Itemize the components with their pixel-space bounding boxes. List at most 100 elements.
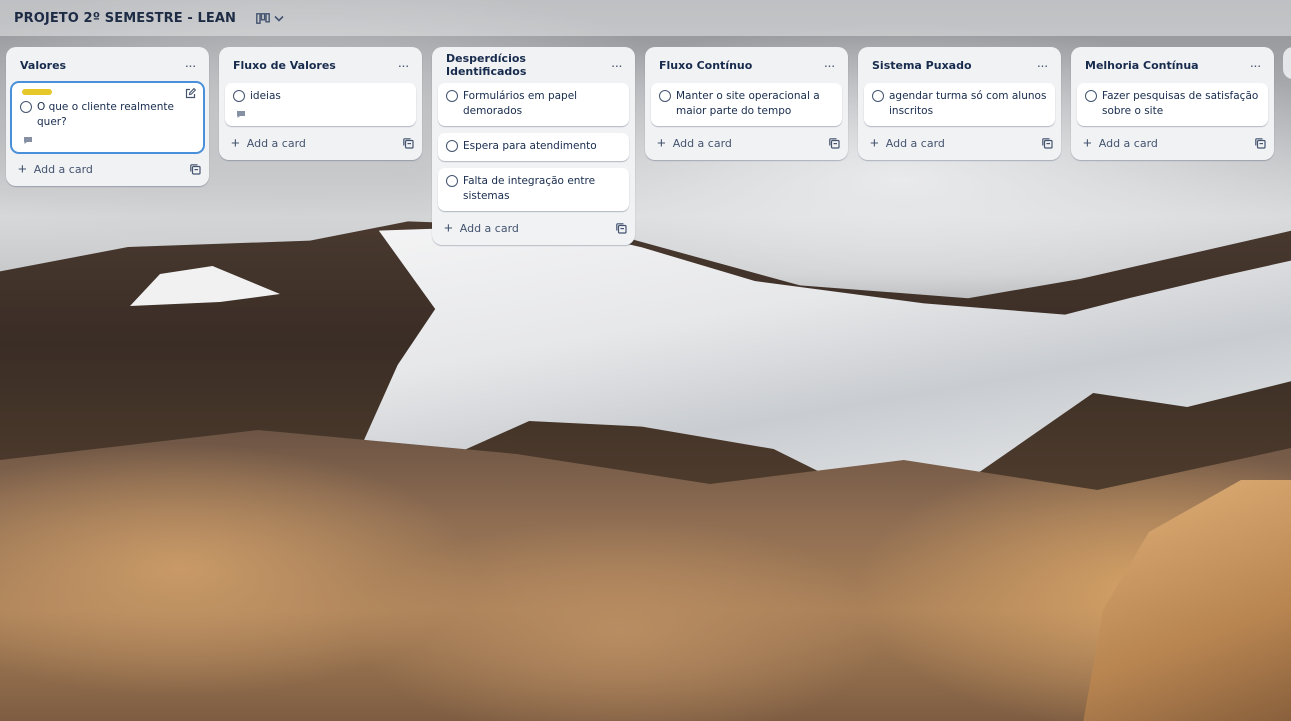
board-title[interactable]: PROJETO 2º SEMESTRE - LEAN (14, 11, 236, 26)
list-footer: + Add a card (645, 126, 848, 160)
add-card-label: Add a card (246, 136, 306, 150)
card[interactable]: Fazer pesquisas de satisfação sobre o si… (1077, 83, 1268, 126)
list-menu-button[interactable]: ··· (818, 54, 840, 76)
list-menu-button[interactable]: ··· (392, 54, 414, 76)
add-card-label: Add a card (885, 136, 945, 150)
view-switcher-button[interactable] (250, 11, 290, 26)
list-menu-button[interactable]: ··· (179, 54, 201, 76)
list-footer: + Add a card (432, 211, 635, 245)
complete-checkbox-icon[interactable] (659, 90, 671, 102)
description-icon (24, 137, 32, 144)
add-card-label: Add a card (459, 221, 519, 235)
card-content: Falta de integração entre sistemas (446, 174, 621, 204)
add-card-label: Add a card (1098, 136, 1158, 150)
list-header: Valores ··· (6, 47, 209, 83)
chevron-down-icon (274, 15, 284, 22)
complete-checkbox-icon[interactable] (446, 90, 458, 102)
description-icon (237, 111, 245, 118)
card-container: agendar turma só com alunos inscritos (858, 83, 1061, 126)
board-view-icon (256, 12, 270, 24)
create-from-template-icon[interactable] (829, 137, 840, 149)
card-content: agendar turma só com alunos inscritos (872, 89, 1047, 119)
card-container: Formulários em papel demorados Espera pa… (432, 83, 635, 211)
card[interactable]: Manter o site operacional a maior parte … (651, 83, 842, 126)
plus-icon: + (870, 134, 879, 152)
list-sistema-puxado: Sistema Puxado ··· agendar turma só com … (858, 47, 1061, 160)
list-title[interactable]: Desperdícios Identificados (446, 52, 606, 78)
card-container: Fazer pesquisas de satisfação sobre o si… (1071, 83, 1274, 126)
complete-checkbox-icon[interactable] (872, 90, 884, 102)
complete-checkbox-icon[interactable] (20, 101, 32, 113)
complete-checkbox-icon[interactable] (446, 175, 458, 187)
add-card-button[interactable]: + Add a card (18, 162, 93, 177)
list-fluxo-de-valores: Fluxo de Valores ··· ideias + Add a card (219, 47, 422, 160)
list-footer: + Add a card (219, 126, 422, 160)
card-title: agendar turma só com alunos inscritos (889, 90, 1047, 117)
add-card-button[interactable]: + Add a card (657, 136, 732, 151)
card-container: Manter o site operacional a maior parte … (645, 83, 848, 126)
card[interactable]: Falta de integração entre sistemas (438, 168, 629, 211)
board-header: PROJETO 2º SEMESTRE - LEAN (0, 0, 1291, 36)
plus-icon: + (444, 219, 453, 237)
card-label-yellow[interactable] (22, 89, 52, 95)
card-title: O que o cliente realmente quer? (37, 101, 174, 128)
add-card-button[interactable]: + Add a card (444, 221, 519, 236)
complete-checkbox-icon[interactable] (233, 90, 245, 102)
card-content: Fazer pesquisas de satisfação sobre o si… (1085, 89, 1260, 119)
card-content: Manter o site operacional a maior parte … (659, 89, 834, 119)
card-title: Formulários em papel demorados (463, 90, 578, 117)
plus-icon: + (231, 134, 240, 152)
list-header: Sistema Puxado ··· (858, 47, 1061, 83)
list-menu-button[interactable]: ··· (1244, 54, 1266, 76)
card[interactable]: ideias (225, 83, 416, 126)
card-title: Manter o site operacional a maior parte … (676, 90, 820, 117)
edit-icon[interactable] (185, 88, 196, 99)
list-header: Fluxo Contínuo ··· (645, 47, 848, 83)
add-card-label: Add a card (33, 162, 93, 176)
list-desperdicios-identificados: Desperdícios Identificados ··· Formulári… (432, 47, 635, 245)
list-footer: + Add a card (858, 126, 1061, 160)
add-list-button-partial[interactable] (1283, 47, 1291, 79)
list-footer: + Add a card (6, 152, 209, 186)
plus-icon: + (657, 134, 666, 152)
add-card-button[interactable]: + Add a card (231, 136, 306, 151)
list-footer: + Add a card (1071, 126, 1274, 160)
complete-checkbox-icon[interactable] (446, 140, 458, 152)
card-title: Espera para atendimento (463, 140, 597, 152)
add-card-button[interactable]: + Add a card (870, 136, 945, 151)
list-title[interactable]: Fluxo de Valores (233, 59, 336, 72)
list-header: Melhoria Contínua ··· (1071, 47, 1274, 83)
plus-icon: + (18, 160, 27, 178)
list-title[interactable]: Fluxo Contínuo (659, 59, 752, 72)
card-content: Espera para atendimento (446, 139, 621, 154)
card-content: O que o cliente realmente quer? (20, 100, 195, 130)
create-from-template-icon[interactable] (190, 163, 201, 175)
card[interactable]: agendar turma só com alunos inscritos (864, 83, 1055, 126)
card[interactable]: Formulários em papel demorados (438, 83, 629, 126)
create-from-template-icon[interactable] (1042, 137, 1053, 149)
list-title[interactable]: Sistema Puxado (872, 59, 972, 72)
list-header: Desperdícios Identificados ··· (432, 47, 635, 83)
plus-icon: + (1083, 134, 1092, 152)
card-title: Fazer pesquisas de satisfação sobre o si… (1102, 90, 1259, 117)
create-from-template-icon[interactable] (616, 222, 627, 234)
create-from-template-icon[interactable] (1255, 137, 1266, 149)
create-from-template-icon[interactable] (403, 137, 414, 149)
list-menu-button[interactable]: ··· (606, 54, 627, 76)
list-fluxo-continuo: Fluxo Contínuo ··· Manter o site operaci… (645, 47, 848, 160)
card[interactable]: O que o cliente realmente quer? (12, 83, 203, 152)
list-valores: Valores ··· O que o cliente realmente qu… (6, 47, 209, 186)
card[interactable]: Espera para atendimento (438, 133, 629, 161)
card-title: Falta de integração entre sistemas (463, 175, 596, 202)
card-content: Formulários em papel demorados (446, 89, 621, 119)
list-title[interactable]: Melhoria Contínua (1085, 59, 1199, 72)
card-title: ideias (250, 90, 281, 102)
list-menu-button[interactable]: ··· (1031, 54, 1053, 76)
list-melhoria-continua: Melhoria Contínua ··· Fazer pesquisas de… (1071, 47, 1274, 160)
list-title[interactable]: Valores (20, 59, 66, 72)
list-header: Fluxo de Valores ··· (219, 47, 422, 83)
add-card-button[interactable]: + Add a card (1083, 136, 1158, 151)
complete-checkbox-icon[interactable] (1085, 90, 1097, 102)
card-container: O que o cliente realmente quer? (6, 83, 209, 152)
card-container: ideias (219, 83, 422, 126)
